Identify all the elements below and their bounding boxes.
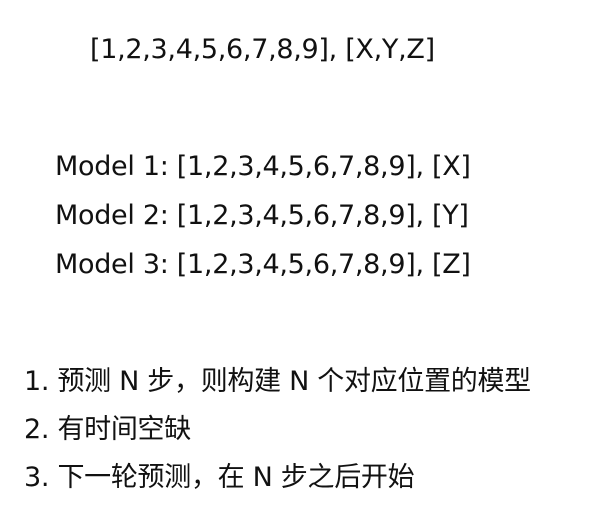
model-3-line: Model 3: [1,2,3,4,5,6,7,8,9], [Z] (55, 249, 471, 280)
note-2: 2. 有时间空缺 (24, 414, 191, 445)
model-2-line: Model 2: [1,2,3,4,5,6,7,8,9], [Y] (55, 200, 469, 231)
model-1-line: Model 1: [1,2,3,4,5,6,7,8,9], [X] (55, 151, 471, 182)
note-3: 3. 下一轮预测，在 N 步之后开始 (24, 462, 415, 493)
full-sequence-line: [1,2,3,4,5,6,7,8,9], [X,Y,Z] (90, 34, 435, 65)
note-1: 1. 预测 N 步，则构建 N 个对应位置的模型 (24, 366, 531, 397)
